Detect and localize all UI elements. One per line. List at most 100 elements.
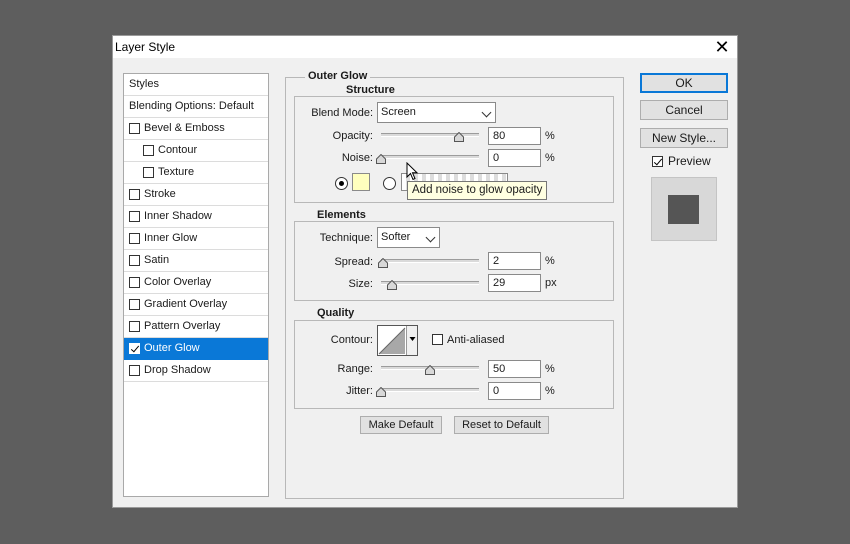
blend-mode-label: Blend Mode:: [311, 107, 373, 119]
contour-linear-icon: [378, 327, 406, 355]
noise-slider-thumb[interactable]: [376, 154, 386, 164]
opacity-unit: %: [545, 130, 555, 142]
gradient-radio[interactable]: [383, 177, 396, 190]
new-style-button[interactable]: New Style...: [640, 128, 728, 148]
jitter-label: Jitter:: [346, 385, 373, 397]
technique-value: Softer: [381, 231, 411, 243]
style-item-label: Contour: [158, 144, 198, 156]
jitter-slider-track[interactable]: [381, 388, 479, 392]
style-item-label: Outer Glow: [144, 342, 200, 354]
technique-select[interactable]: Softer: [377, 227, 440, 248]
preview-checkbox[interactable]: [652, 156, 663, 167]
style-item-texture[interactable]: Texture: [124, 162, 268, 184]
spread-input[interactable]: 2: [488, 252, 541, 270]
cancel-button[interactable]: Cancel: [640, 100, 728, 120]
size-slider-thumb[interactable]: [387, 280, 398, 290]
close-icon[interactable]: ✕: [713, 38, 731, 56]
style-checkbox[interactable]: [143, 167, 154, 178]
contour-dropdown[interactable]: [406, 326, 417, 355]
noise-slider-track[interactable]: [381, 155, 479, 159]
style-item-label: Bevel & Emboss: [144, 122, 225, 134]
style-item-label: Inner Glow: [144, 232, 198, 244]
style-item-label: Pattern Overlay: [144, 320, 221, 332]
style-item-label: Styles: [129, 78, 159, 90]
preview-label: Preview: [668, 154, 711, 168]
window-title: Layer Style: [115, 40, 176, 54]
style-checkbox[interactable]: [129, 343, 140, 354]
opacity-slider-thumb[interactable]: [454, 132, 465, 142]
style-item-inner-glow[interactable]: Inner Glow: [124, 228, 268, 250]
style-item-contour[interactable]: Contour: [124, 140, 268, 162]
style-item-label: Drop Shadow: [144, 364, 211, 376]
style-checkbox[interactable]: [129, 255, 140, 266]
solid-color-radio[interactable]: [335, 177, 348, 190]
styles-list: Styles Blending Options: Default Bevel & E…: [123, 73, 269, 497]
style-item-outer-glow[interactable]: Outer Glow: [124, 338, 268, 360]
jitter-input[interactable]: 0: [488, 382, 541, 400]
style-checkbox[interactable]: [129, 365, 140, 376]
glow-color-swatch[interactable]: [352, 173, 370, 191]
range-slider-thumb[interactable]: [425, 365, 435, 375]
style-item-satin[interactable]: Satin: [124, 250, 268, 272]
blend-mode-value: Screen: [381, 106, 416, 118]
spread-unit: %: [545, 255, 555, 267]
style-item-label: Gradient Overlay: [144, 298, 228, 310]
style-item-label: Blending Options: Default: [129, 100, 254, 112]
anti-aliased-checkbox[interactable]: [432, 334, 443, 345]
anti-aliased-label: Anti-aliased: [447, 334, 505, 346]
blend-mode-select[interactable]: Screen: [377, 102, 496, 123]
jitter-slider-thumb[interactable]: [376, 387, 386, 397]
structure-title: Structure: [343, 84, 398, 96]
make-default-button[interactable]: Make Default: [360, 416, 442, 434]
range-input[interactable]: 50: [488, 360, 541, 378]
style-item-inner-shadow[interactable]: Inner Shadow: [124, 206, 268, 228]
ok-button[interactable]: OK: [640, 73, 728, 93]
style-item-label: Stroke: [144, 188, 176, 200]
style-item-label: Texture: [158, 166, 195, 178]
caret-down-icon: [409, 337, 416, 341]
tooltip: Add noise to glow opacity: [407, 181, 548, 200]
chevron-down-icon: [481, 107, 492, 118]
spread-label: Spread:: [334, 256, 373, 268]
mouse-cursor-icon: [406, 162, 419, 181]
size-unit: px: [545, 277, 557, 289]
style-item-label: Satin: [144, 254, 170, 266]
style-checkbox[interactable]: [129, 211, 140, 222]
style-item-bevel-emboss[interactable]: Bevel & Emboss: [124, 118, 268, 140]
range-unit: %: [545, 363, 555, 375]
opacity-input[interactable]: 80: [488, 127, 541, 145]
style-checkbox[interactable]: [129, 299, 140, 310]
spread-slider-track[interactable]: [381, 259, 479, 263]
style-item-label: Inner Shadow: [144, 210, 212, 222]
style-item-styles[interactable]: Styles: [124, 74, 268, 96]
title-bar[interactable]: Layer Style ✕: [113, 36, 737, 58]
size-input[interactable]: 29: [488, 274, 541, 292]
contour-label: Contour:: [330, 334, 373, 346]
jitter-unit: %: [545, 385, 555, 397]
layer-style-dialog: Layer Style ✕ Styles Blending Options: De…: [112, 35, 738, 508]
style-item-gradient-overlay[interactable]: Gradient Overlay: [124, 294, 268, 316]
noise-input[interactable]: 0: [488, 149, 541, 167]
style-checkbox[interactable]: [129, 277, 140, 288]
spread-slider-thumb[interactable]: [377, 258, 388, 268]
style-checkbox[interactable]: [129, 321, 140, 332]
style-item-stroke[interactable]: Stroke: [124, 184, 268, 206]
style-checkbox[interactable]: [129, 233, 140, 244]
style-item-blending-options-default[interactable]: Blending Options: Default: [124, 96, 268, 118]
quality-title: Quality: [314, 307, 358, 319]
preview-swatch: [668, 195, 699, 224]
style-checkbox[interactable]: [143, 145, 154, 156]
style-checkbox[interactable]: [129, 123, 140, 134]
noise-label: Noise:: [341, 152, 373, 164]
style-item-drop-shadow[interactable]: Drop Shadow: [124, 360, 268, 382]
outer-glow-title: Outer Glow: [305, 70, 371, 82]
chevron-down-icon: [425, 232, 436, 243]
style-item-pattern-overlay[interactable]: Pattern Overlay: [124, 316, 268, 338]
technique-label: Technique:: [319, 232, 373, 244]
size-label: Size:: [348, 278, 373, 290]
style-item-color-overlay[interactable]: Color Overlay: [124, 272, 268, 294]
reset-to-default-button[interactable]: Reset to Default: [454, 416, 549, 434]
style-checkbox[interactable]: [129, 189, 140, 200]
noise-unit: %: [545, 152, 555, 164]
contour-picker[interactable]: [377, 325, 418, 356]
